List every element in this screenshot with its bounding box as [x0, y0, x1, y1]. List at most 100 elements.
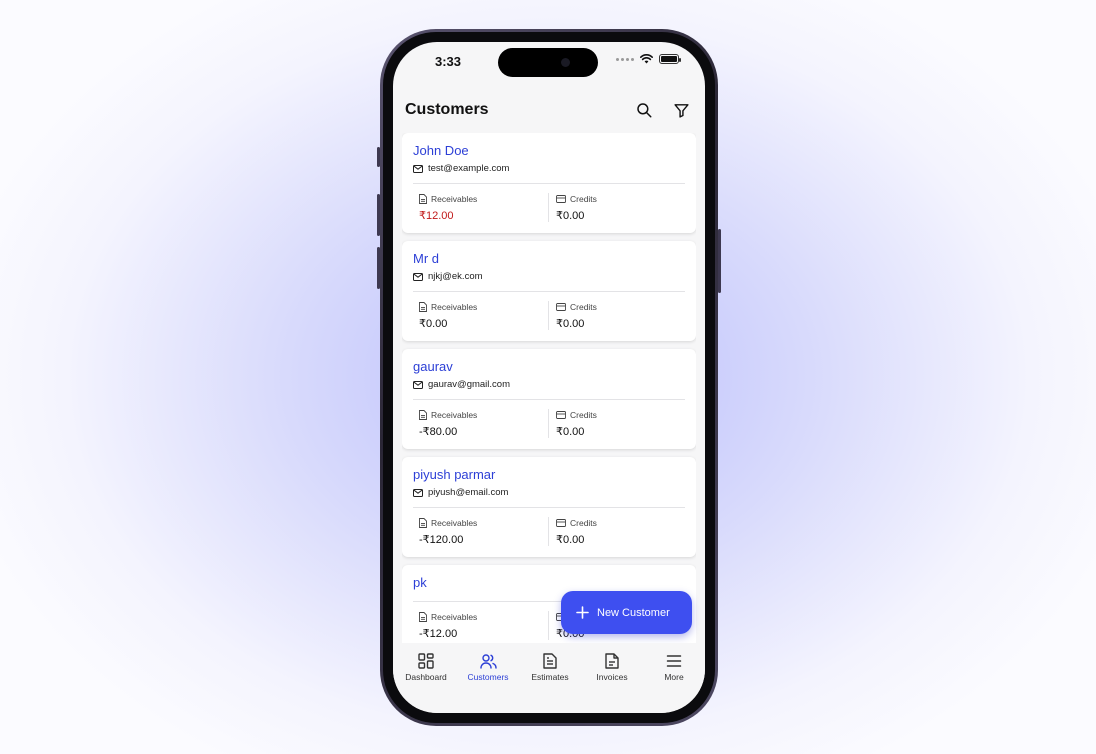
divider — [413, 507, 685, 508]
receivables-stat: Receivables -₹120.00 — [413, 517, 548, 547]
tab-more[interactable]: More — [643, 653, 705, 713]
menu-icon — [666, 655, 682, 667]
credits-stat: Credits ₹0.00 — [548, 301, 685, 330]
customer-name[interactable]: piyush parmar — [413, 467, 685, 483]
filter-button[interactable] — [667, 96, 695, 124]
file-icon — [419, 409, 427, 420]
tab-label: Estimates — [531, 672, 569, 682]
divider — [413, 183, 685, 184]
receivables-label: Receivables — [431, 611, 478, 622]
receivables-label: Receivables — [431, 193, 478, 204]
tab-label: Invoices — [596, 672, 628, 682]
tab-estimates[interactable]: Estimates — [519, 653, 581, 713]
customer-stats: Receivables -₹120.00 Credits ₹0.00 — [413, 517, 685, 546]
customer-email-row: gaurav@gmail.com — [413, 378, 685, 391]
customer-stats: Receivables ₹0.00 Credits ₹0.00 — [413, 301, 685, 330]
receivables-label: Receivables — [431, 301, 478, 312]
tab-label: Dashboard — [405, 672, 447, 682]
tab-invoices[interactable]: Invoices — [581, 653, 643, 713]
app-screen: 3:33 Customers John Doe test@example.com… — [393, 42, 705, 713]
volume-down-button — [377, 247, 380, 289]
customer-stats: Receivables -₹80.00 Credits ₹0.00 — [413, 409, 685, 438]
customer-name[interactable]: pk — [413, 575, 685, 591]
customer-card[interactable]: John Doe test@example.com Receivables ₹1… — [402, 133, 696, 233]
customer-email-row: njkj@ek.com — [413, 270, 685, 283]
battery-icon — [659, 54, 681, 64]
customer-name[interactable]: Mr d — [413, 251, 685, 267]
plus-icon — [576, 606, 589, 619]
credits-label: Credits — [570, 517, 597, 528]
customer-email: test@example.com — [428, 163, 510, 174]
receivables-label: Receivables — [431, 517, 478, 528]
credits-label: Credits — [570, 193, 597, 204]
receivables-stat: Receivables ₹0.00 — [413, 301, 548, 331]
customer-name[interactable]: John Doe — [413, 143, 685, 159]
customer-stats: Receivables ₹12.00 Credits ₹0.00 — [413, 193, 685, 222]
customer-name[interactable]: gaurav — [413, 359, 685, 375]
customer-list: John Doe test@example.com Receivables ₹1… — [402, 133, 696, 651]
receivables-stat: Receivables -₹12.00 — [413, 611, 548, 641]
receivables-stat: Receivables ₹12.00 — [413, 193, 548, 223]
mail-icon — [413, 272, 423, 281]
receivables-value: -₹12.00 — [419, 628, 458, 640]
credits-stat: Credits ₹0.00 — [548, 517, 685, 546]
tab-customers[interactable]: Customers — [457, 653, 519, 713]
action-button — [377, 147, 380, 167]
volume-up-button — [377, 194, 380, 236]
power-button — [718, 229, 721, 293]
tab-label: More — [664, 672, 684, 682]
status-icons — [616, 54, 681, 64]
credits-stat: Credits ₹0.00 — [548, 409, 685, 438]
search-icon — [637, 103, 652, 118]
credit-card-icon — [556, 194, 566, 203]
status-time: 3:33 — [435, 54, 462, 69]
phone-frame: 3:33 Customers John Doe test@example.com… — [377, 29, 721, 726]
customer-email-row: piyush@email.com — [413, 486, 685, 499]
credits-label: Credits — [570, 301, 597, 312]
file-icon — [419, 517, 427, 528]
file-icon — [419, 301, 427, 312]
divider — [413, 291, 685, 292]
customer-email-row: test@example.com — [413, 162, 685, 175]
receivables-value: ₹0.00 — [419, 318, 448, 330]
dynamic-island — [498, 48, 598, 77]
document-icon — [543, 653, 557, 669]
customer-email: njkj@ek.com — [428, 271, 483, 282]
users-icon — [479, 654, 497, 669]
customer-email: gaurav@gmail.com — [428, 379, 510, 390]
credits-value: ₹0.00 — [556, 534, 585, 546]
bottom-tab-bar: Dashboard Customers Estimates Invoices M… — [393, 643, 705, 713]
receivables-value: -₹80.00 — [419, 426, 458, 438]
search-button[interactable] — [630, 96, 658, 124]
receivables-value: -₹120.00 — [419, 534, 464, 546]
credits-stat: Credits ₹0.00 — [548, 193, 685, 222]
customer-card[interactable]: Mr d njkj@ek.com Receivables ₹0.00 Credi… — [402, 241, 696, 341]
mail-icon — [413, 488, 423, 497]
credit-card-icon — [556, 302, 566, 311]
file-icon — [419, 611, 427, 622]
credits-label: Credits — [570, 409, 597, 420]
customer-card[interactable]: gaurav gaurav@gmail.com Receivables -₹80… — [402, 349, 696, 449]
grid-icon — [418, 653, 434, 669]
invoice-icon — [605, 653, 619, 669]
filter-icon — [673, 103, 689, 118]
credits-value: ₹0.00 — [556, 318, 585, 330]
receivables-label: Receivables — [431, 409, 478, 420]
new-customer-button[interactable]: New Customer — [561, 591, 692, 634]
credits-value: ₹0.00 — [556, 426, 585, 438]
tab-dashboard[interactable]: Dashboard — [395, 653, 457, 713]
receivables-value: ₹12.00 — [419, 210, 454, 222]
receivables-stat: Receivables -₹80.00 — [413, 409, 548, 439]
tab-label: Customers — [467, 672, 509, 682]
mail-icon — [413, 164, 423, 173]
signal-icon — [616, 57, 634, 61]
file-icon — [419, 193, 427, 204]
credits-value: ₹0.00 — [556, 210, 585, 222]
customer-card[interactable]: piyush parmar piyush@email.com Receivabl… — [402, 457, 696, 557]
mail-icon — [413, 380, 423, 389]
customer-email: piyush@email.com — [428, 487, 509, 498]
page-title: Customers — [405, 101, 489, 118]
credit-card-icon — [556, 410, 566, 419]
wifi-icon — [640, 54, 653, 64]
divider — [413, 399, 685, 400]
